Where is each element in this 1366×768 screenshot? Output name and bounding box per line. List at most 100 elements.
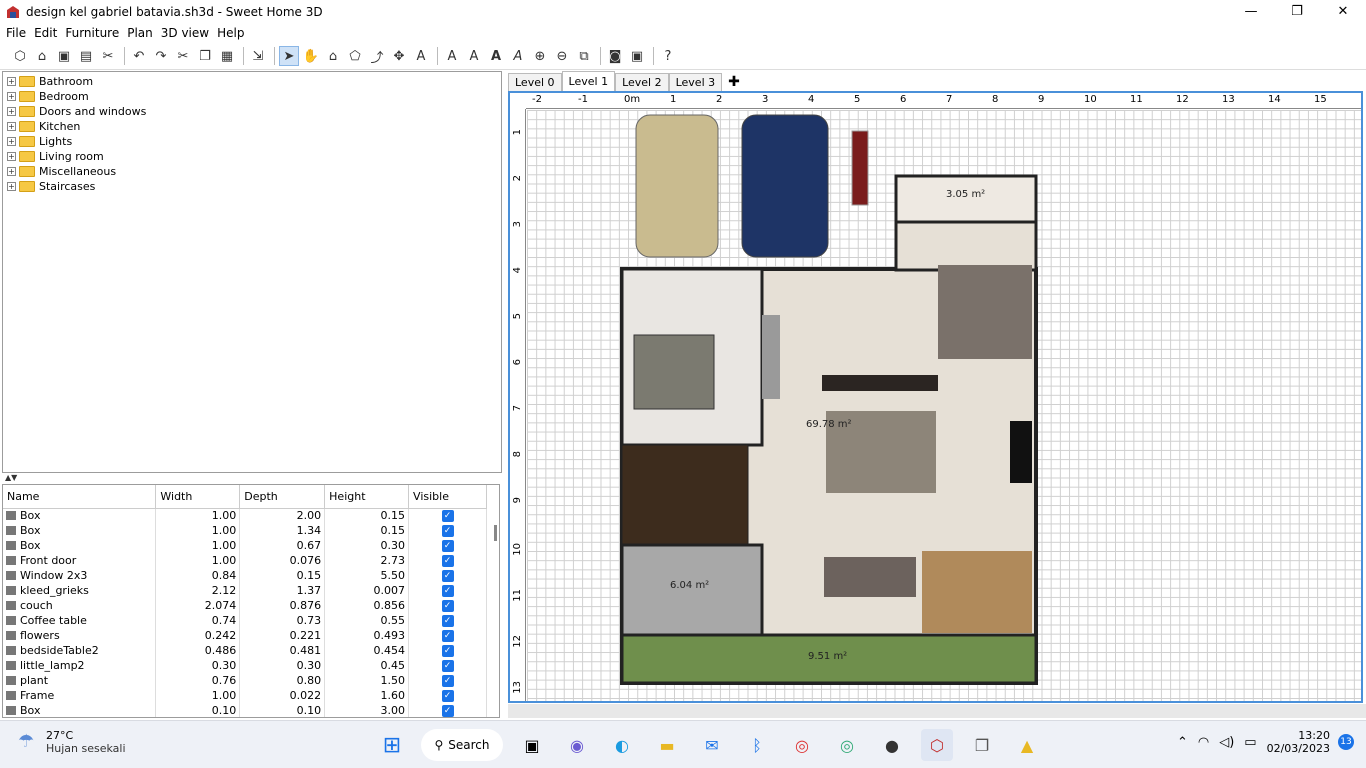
zoom-out-icon[interactable]: ⊖	[552, 46, 572, 66]
tab-level-3[interactable]: Level 3	[668, 73, 723, 91]
visible-checkbox[interactable]: ✓	[441, 554, 454, 567]
teams-chat-icon[interactable]: ◉	[561, 729, 593, 761]
visible-checkbox[interactable]: ✓	[441, 539, 454, 552]
zoom-in-icon[interactable]: ⊕	[530, 46, 550, 66]
expand-icon[interactable]: +	[7, 182, 16, 191]
expand-icon[interactable]: +	[7, 167, 16, 176]
visible-checkbox[interactable]: ✓	[441, 659, 454, 672]
visible-checkbox[interactable]: ✓	[441, 524, 454, 537]
expand-icon[interactable]: +	[7, 92, 16, 101]
decrease-text-size-icon[interactable]: A	[464, 46, 484, 66]
visible-checkbox[interactable]: ✓	[441, 599, 454, 612]
tv[interactable]	[1010, 421, 1032, 483]
tab-level-2[interactable]: Level 2	[615, 73, 669, 91]
mail-icon[interactable]: ✉	[696, 729, 728, 761]
bluetooth-icon[interactable]: ᛒ	[741, 729, 773, 761]
help-icon[interactable]: ?	[658, 46, 678, 66]
table-row[interactable]: plant 0.76 0.80 1.50 ✓	[3, 673, 487, 688]
visible-checkbox[interactable]: ✓	[441, 584, 454, 597]
column-header-depth[interactable]: Depth	[239, 485, 326, 509]
table-row[interactable]: kleed_grieks 2.12 1.37 0.007 ✓	[3, 583, 487, 598]
column-header-visible[interactable]: Visible	[408, 485, 487, 509]
visible-checkbox[interactable]: ✓	[441, 689, 454, 702]
car-beige[interactable]	[635, 114, 719, 258]
save-as-icon[interactable]: ▤	[76, 46, 96, 66]
select-mode-icon[interactable]: ➤	[279, 46, 299, 66]
tv-console[interactable]	[822, 375, 938, 391]
close-button[interactable]: ✕	[1320, 0, 1366, 23]
menu-plan[interactable]: Plan	[123, 26, 157, 40]
paste-icon[interactable]: ▦	[217, 46, 237, 66]
catalog-item-kitchen[interactable]: + Kitchen	[3, 119, 501, 134]
edge-browser-icon[interactable]: ◐	[606, 729, 638, 761]
preferences-icon[interactable]: ✂	[98, 46, 118, 66]
sweet-home-3d-taskbar-icon[interactable]: ⬡	[921, 729, 953, 761]
entry-room[interactable]	[894, 220, 1038, 272]
create-rooms-icon[interactable]: ⬠	[345, 46, 365, 66]
file-explorer-icon[interactable]: ▬	[651, 729, 683, 761]
wifi-icon[interactable]: ◠	[1198, 735, 1209, 750]
app-window-icon[interactable]: ❐	[966, 729, 998, 761]
column-header-width[interactable]: Width	[155, 485, 241, 509]
minimize-button[interactable]: —	[1228, 0, 1274, 23]
table-row[interactable]: Frame 1.00 0.022 1.60 ✓	[3, 688, 487, 703]
create-video-icon[interactable]: ▣	[627, 46, 647, 66]
chrome-icon[interactable]: ◎	[786, 729, 818, 761]
table-scrollbar[interactable]	[494, 525, 497, 541]
visible-checkbox[interactable]: ✓	[441, 704, 454, 717]
notification-badge[interactable]: 13	[1338, 734, 1354, 750]
add-text-icon[interactable]: A	[411, 46, 431, 66]
pane-splitter[interactable]: ▲▼	[2, 474, 502, 482]
expand-icon[interactable]: +	[7, 137, 16, 146]
windows-start-icon[interactable]: ⊞	[376, 729, 408, 761]
floor-plan-view[interactable]: -2 -1 0m 1 2 3 4 5 6 7 8 9 10 11 12 13 14 15 1 2 3 4 5 6 7 8 9 10 1…	[508, 91, 1363, 703]
catalog-item-staircases[interactable]: + Staircases	[3, 179, 501, 194]
wardrobe[interactable]	[762, 315, 780, 399]
volume-icon[interactable]: ◁)	[1219, 735, 1234, 750]
copy-icon[interactable]: ❐	[195, 46, 215, 66]
restore-button[interactable]: ❐	[1274, 0, 1320, 23]
save-icon[interactable]: ▣	[54, 46, 74, 66]
table-row[interactable]: Coffee table 0.74 0.73 0.55 ✓	[3, 613, 487, 628]
add-level-button[interactable]: ✚	[722, 73, 746, 91]
table-row[interactable]: Box 1.00 2.00 0.15 ✓	[3, 508, 487, 523]
open-icon[interactable]: ⌂	[32, 46, 52, 66]
google-drive-folder-icon[interactable]: ▲	[1011, 729, 1043, 761]
kitchen-counter[interactable]	[922, 551, 1032, 633]
visible-checkbox[interactable]: ✓	[441, 569, 454, 582]
table-row[interactable]: bedsideTable2 0.486 0.481 0.454 ✓	[3, 643, 487, 658]
system-clock[interactable]: 13:20 02/03/2023	[1267, 729, 1330, 755]
catalog-item-miscellaneous[interactable]: + Miscellaneous	[3, 164, 501, 179]
expand-icon[interactable]: +	[7, 107, 16, 116]
visible-checkbox[interactable]: ✓	[441, 674, 454, 687]
catalog-item-lights[interactable]: + Lights	[3, 134, 501, 149]
expand-icon[interactable]: +	[7, 77, 16, 86]
create-polylines-icon[interactable]: ⤴	[367, 46, 387, 66]
increase-text-size-icon[interactable]: A	[442, 46, 462, 66]
plan-horizontal-scrollbar[interactable]	[508, 704, 1366, 718]
menu-furniture[interactable]: Furniture	[61, 26, 123, 40]
chrome-profile-icon[interactable]: ◎	[831, 729, 863, 761]
catalog-item-bathroom[interactable]: + Bathroom	[3, 74, 501, 89]
table-row[interactable]: Front door 1.00 0.076 2.73 ✓	[3, 553, 487, 568]
table-row[interactable]: Box 1.00 0.67 0.30 ✓	[3, 538, 487, 553]
catalog-item-doors-and-windows[interactable]: + Doors and windows	[3, 104, 501, 119]
create-dimensions-icon[interactable]: ✥	[389, 46, 409, 66]
living-rug[interactable]	[938, 265, 1032, 359]
import-background-icon[interactable]: ⧉	[574, 46, 594, 66]
create-photo-icon[interactable]: ◙	[605, 46, 625, 66]
pan-mode-icon[interactable]: ✋	[301, 46, 321, 66]
table-row[interactable]: Box 1.00 1.34 0.15 ✓	[3, 523, 487, 538]
bold-text-icon[interactable]: A	[486, 46, 506, 66]
motorcycle[interactable]	[851, 130, 869, 206]
table-row[interactable]: Window 2x3 0.84 0.15 5.50 ✓	[3, 568, 487, 583]
redo-icon[interactable]: ↷	[151, 46, 171, 66]
menu-help[interactable]: Help	[213, 26, 248, 40]
new-home-icon[interactable]: ⬡	[10, 46, 30, 66]
task-view-icon[interactable]: ▣	[516, 729, 548, 761]
tab-level-1[interactable]: Level 1	[561, 71, 616, 91]
column-header-name[interactable]: Name	[3, 485, 157, 509]
table-row[interactable]: Box 0.10 0.10 3.00 ✓	[3, 703, 487, 717]
expand-icon[interactable]: +	[7, 152, 16, 161]
weather-widget[interactable]: ☂ 27°C Hujan sesekali	[18, 729, 126, 755]
